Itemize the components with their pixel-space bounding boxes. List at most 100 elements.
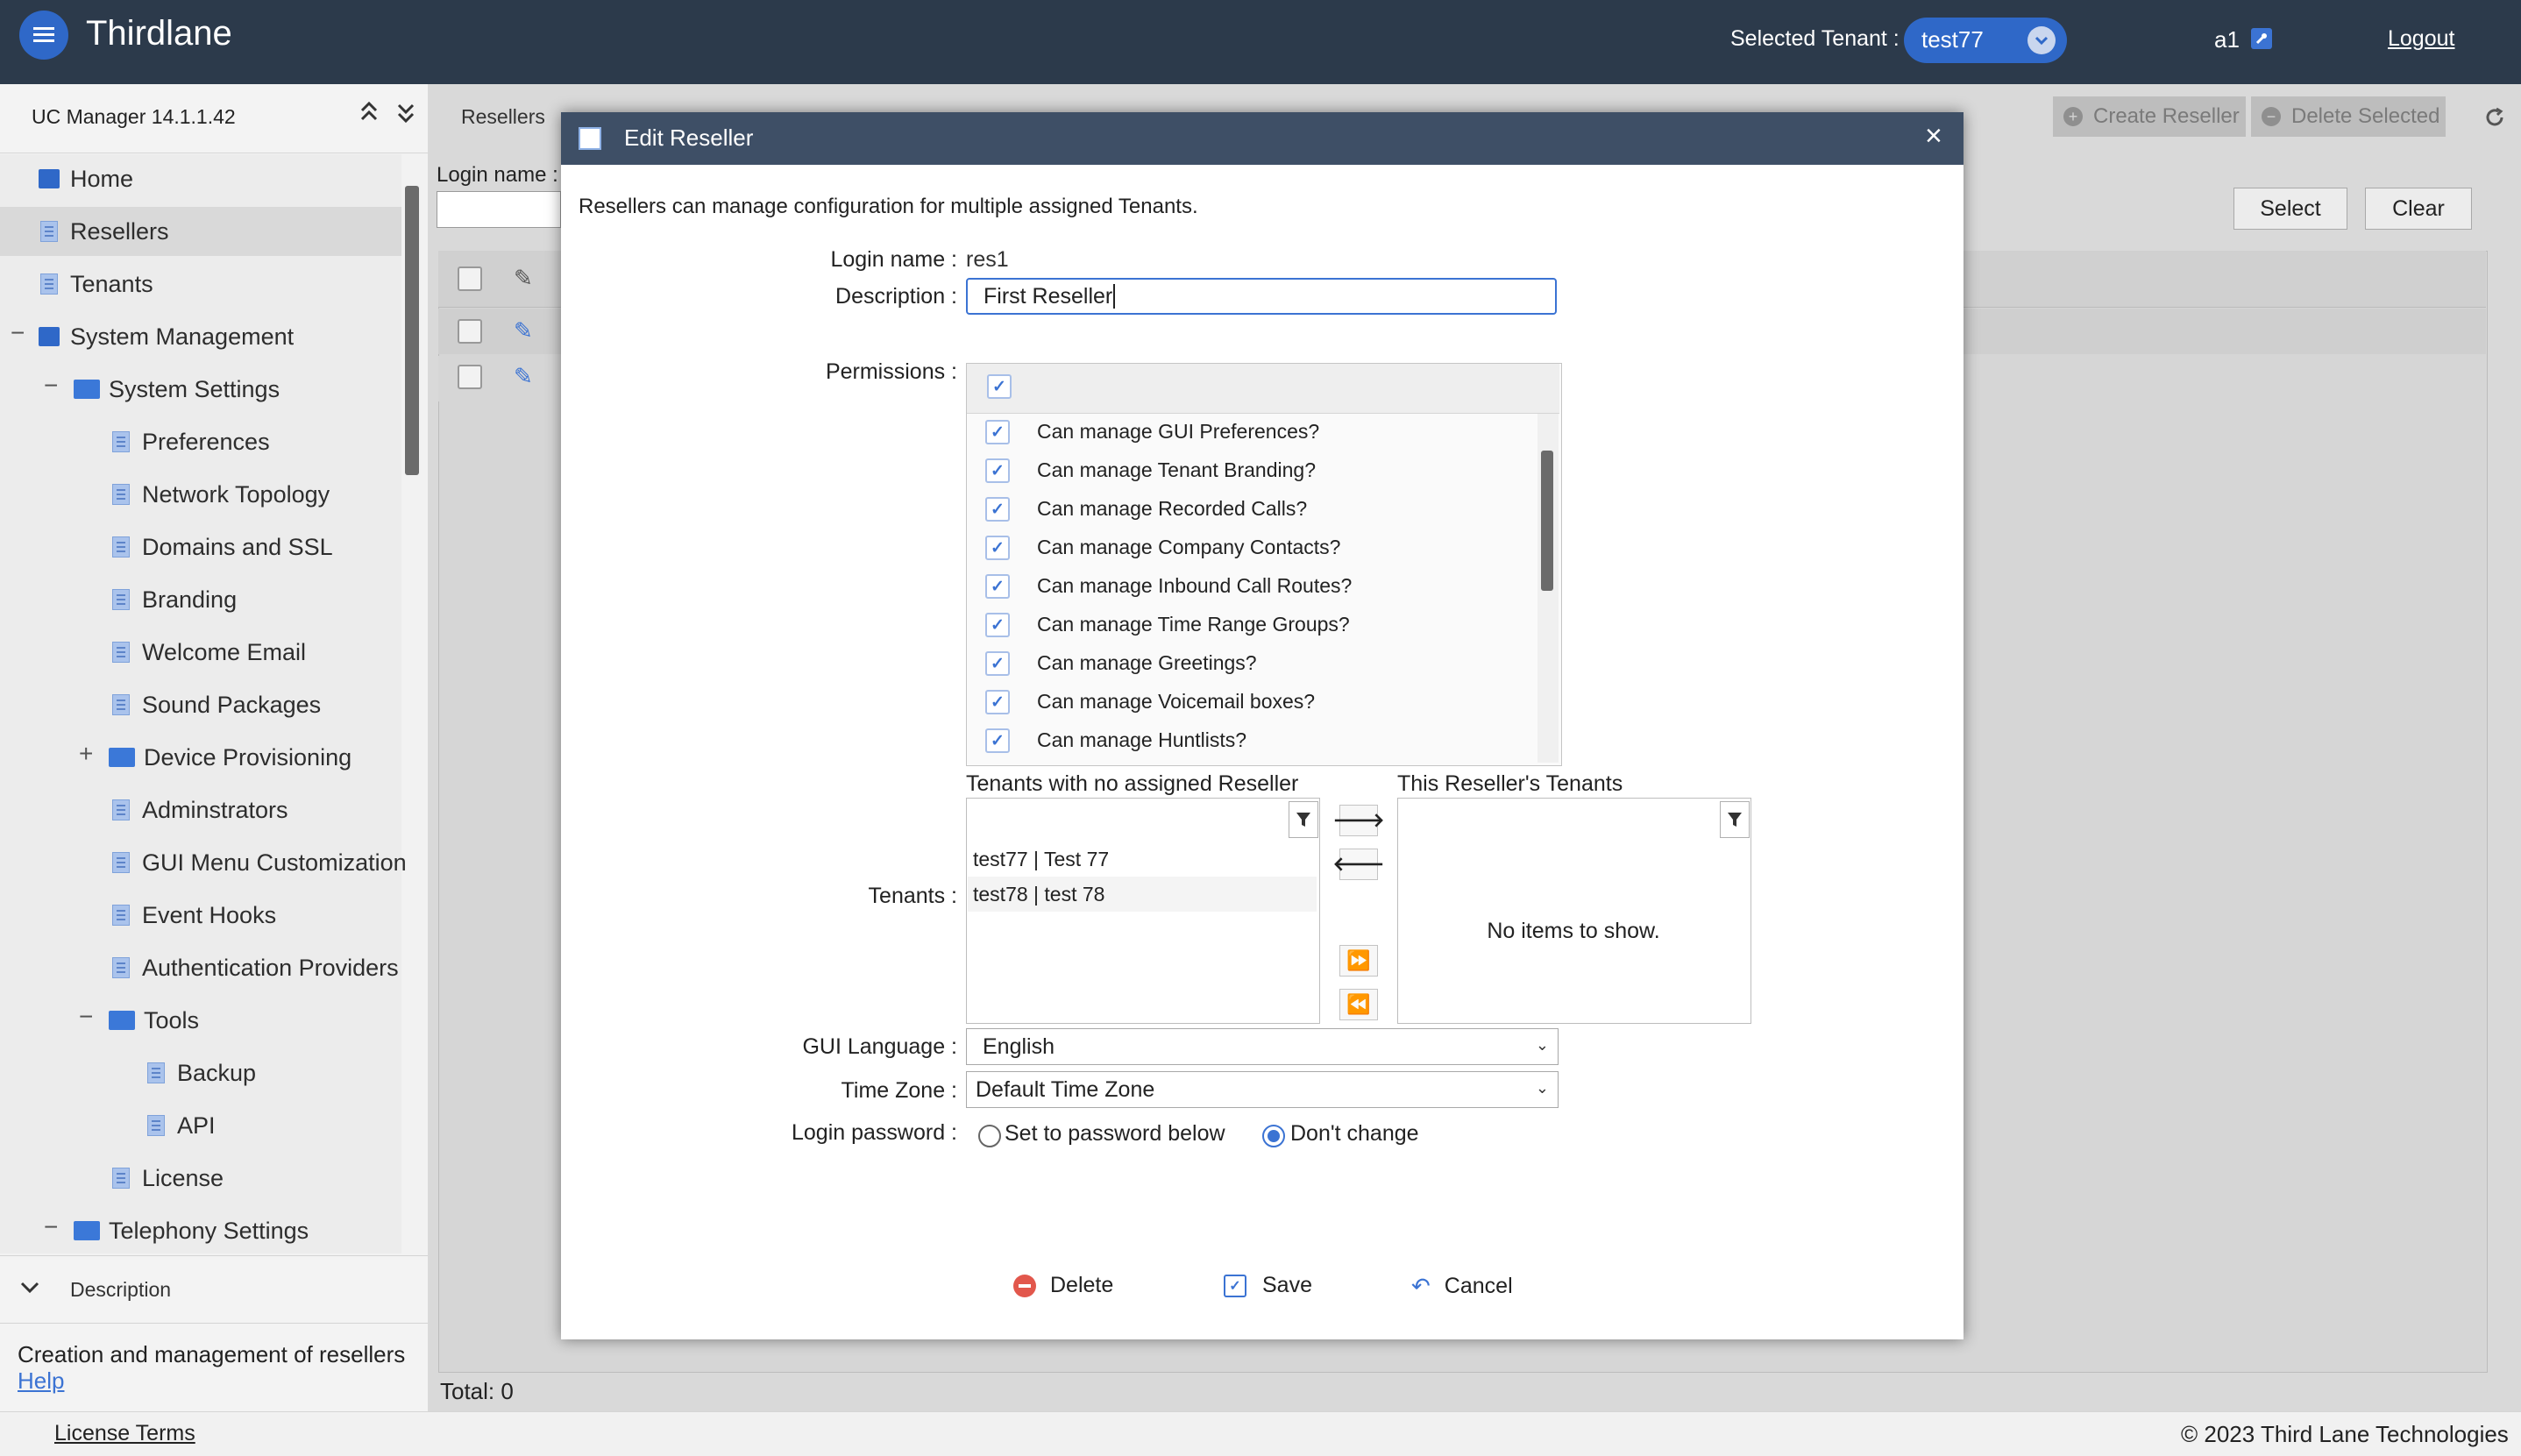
gui-language-select[interactable]: English ⌄ (966, 1028, 1559, 1065)
row-checkbox[interactable] (458, 319, 482, 344)
sidebar-item-telephony-settings[interactable]: Telephony Settings (74, 1206, 309, 1255)
list-item[interactable]: test78 | test 78 (968, 877, 1317, 912)
refresh-icon[interactable] (2484, 105, 2505, 135)
help-link[interactable]: Help (18, 1367, 64, 1395)
set-password-radio-label[interactable]: Set to password below (1005, 1121, 1225, 1147)
sidebar-item-home[interactable]: Home (39, 154, 133, 203)
clear-button[interactable]: Clear (2365, 188, 2472, 230)
collapse-icon[interactable]: − (79, 1003, 98, 1031)
create-reseller-button[interactable]: + Create Reseller (2053, 96, 2246, 137)
sidebar-item-label: License (142, 1164, 224, 1191)
permission-checkbox[interactable]: ✓ (985, 728, 1010, 753)
cancel-button[interactable]: ↶ Cancel (1411, 1273, 1513, 1300)
menu-icon[interactable] (19, 11, 68, 60)
permission-checkbox[interactable]: ✓ (985, 690, 1010, 714)
sidebar-item-label: Adminstrators (142, 796, 288, 823)
time-zone-select[interactable]: Default Time Zone ⌄ (966, 1071, 1559, 1108)
select-all-permissions-checkbox[interactable]: ✓ (987, 374, 1012, 399)
minus-icon: − (2262, 107, 2281, 126)
dont-change-radio[interactable] (1262, 1125, 1285, 1147)
logout-link[interactable]: Logout (2388, 26, 2454, 52)
sidebar-item-license[interactable]: License (112, 1154, 224, 1203)
cancel-label: Cancel (1444, 1274, 1513, 1298)
sidebar-item-event-hooks[interactable]: Event Hooks (112, 891, 276, 940)
filter-icon[interactable] (1720, 801, 1750, 838)
chevron-down-icon[interactable] (19, 1273, 40, 1301)
sidebar-item-branding[interactable]: Branding (112, 575, 237, 624)
permission-checkbox[interactable]: ✓ (985, 574, 1010, 599)
sidebar-item-tools[interactable]: Tools (109, 996, 199, 1045)
move-all-left-icon[interactable]: ⏪ (1339, 989, 1378, 1020)
move-left-icon[interactable]: 🡐 (1333, 849, 1385, 880)
collapse-icon[interactable]: − (44, 1213, 63, 1241)
tenant-selector-value[interactable]: test77 (1921, 26, 1984, 53)
expand-icon[interactable]: + (79, 740, 98, 768)
select-button[interactable]: Select (2233, 188, 2347, 230)
edit-icon[interactable]: ✎ (514, 363, 533, 390)
description-field[interactable]: First Reseller (966, 278, 1557, 315)
login-name-label: Login name : (830, 247, 957, 272)
sidebar-item-sound-packages[interactable]: Sound Packages (112, 680, 321, 729)
collapse-icon[interactable]: − (11, 319, 30, 347)
breadcrumb[interactable]: Resellers (461, 105, 545, 129)
sidebar-item-label: Tenants (70, 270, 153, 297)
collapse-icon[interactable]: − (44, 372, 63, 400)
permission-checkbox[interactable]: ✓ (985, 497, 1010, 522)
permission-checkbox[interactable]: ✓ (985, 651, 1010, 676)
filter-icon[interactable] (1289, 801, 1318, 838)
permission-label: Can manage Greetings? (1037, 651, 1257, 674)
top-bar (0, 0, 2521, 84)
sidebar-item-label: System Management (70, 323, 295, 350)
save-icon: ✓ (1224, 1274, 1246, 1297)
sidebar-item-resellers[interactable]: Resellers (0, 207, 401, 256)
sidebar-scrollbar[interactable] (405, 186, 419, 475)
permission-checkbox[interactable]: ✓ (985, 420, 1010, 444)
move-all-right-icon[interactable]: ⏩ (1339, 945, 1378, 977)
sidebar-item-administrators[interactable]: Adminstrators (112, 785, 288, 835)
edit-icon[interactable]: ✎ (514, 317, 533, 344)
login-filter-input[interactable] (437, 191, 561, 228)
sidebar-item-tenants[interactable]: Tenants (40, 259, 153, 309)
close-icon[interactable]: × (1925, 119, 1942, 153)
save-button[interactable]: ✓ Save (1224, 1273, 1312, 1298)
sidebar-item-api[interactable]: API (147, 1101, 216, 1150)
login-password-label: Login password : (791, 1120, 957, 1145)
user-name[interactable]: a1 (2214, 26, 2240, 53)
gui-language-value: English (983, 1033, 1055, 1059)
sidebar-item-system-settings[interactable]: System Settings (74, 365, 280, 414)
sidebar-item-gui-menu-customization[interactable]: GUI Menu Customization (112, 838, 407, 887)
sidebar-item-preferences[interactable]: Preferences (112, 417, 270, 466)
delete-button[interactable]: Delete (1013, 1273, 1113, 1298)
collapse-all-icon[interactable] (359, 100, 379, 131)
sidebar-item-backup[interactable]: Backup (147, 1048, 256, 1097)
license-terms-link[interactable]: License Terms (54, 1421, 195, 1446)
caret-down-icon: ⌄ (1535, 1079, 1549, 1097)
delete-selected-button[interactable]: − Delete Selected (2251, 96, 2446, 137)
dialog-titlebar[interactable] (561, 112, 1964, 165)
list-item[interactable]: test77 | Test 77 (968, 842, 1317, 877)
set-password-radio[interactable] (978, 1125, 1001, 1147)
document-icon (112, 694, 130, 715)
expand-all-icon[interactable] (396, 100, 415, 131)
permission-checkbox[interactable]: ✓ (985, 613, 1010, 637)
login-name-value: res1 (966, 247, 1009, 272)
folder-icon (74, 1221, 100, 1240)
sidebar-item-device-provisioning[interactable]: Device Provisioning (109, 733, 352, 782)
move-right-icon[interactable]: 🡒 (1333, 805, 1385, 836)
sidebar-item-label: System Settings (109, 375, 281, 402)
select-all-checkbox[interactable] (458, 266, 482, 291)
description-panel-header[interactable] (0, 1255, 428, 1324)
permission-checkbox[interactable]: ✓ (985, 536, 1010, 560)
wrench-icon[interactable] (2251, 28, 2272, 49)
sidebar-item-system-management[interactable]: System Management (39, 312, 294, 361)
chevron-down-icon[interactable] (2027, 26, 2056, 54)
row-checkbox[interactable] (458, 365, 482, 389)
dont-change-radio-label[interactable]: Don't change (1290, 1121, 1419, 1147)
sidebar-item-authentication-providers[interactable]: Authentication Providers (112, 943, 399, 992)
sidebar-item-network-topology[interactable]: Network Topology (112, 470, 330, 519)
sidebar-item-domains-ssl[interactable]: Domains and SSL (112, 522, 333, 572)
sidebar-item-welcome-email[interactable]: Welcome Email (112, 628, 306, 677)
permissions-scrollbar[interactable] (1541, 451, 1553, 591)
permission-checkbox[interactable]: ✓ (985, 458, 1010, 483)
total-count: Total: 0 (440, 1378, 514, 1404)
